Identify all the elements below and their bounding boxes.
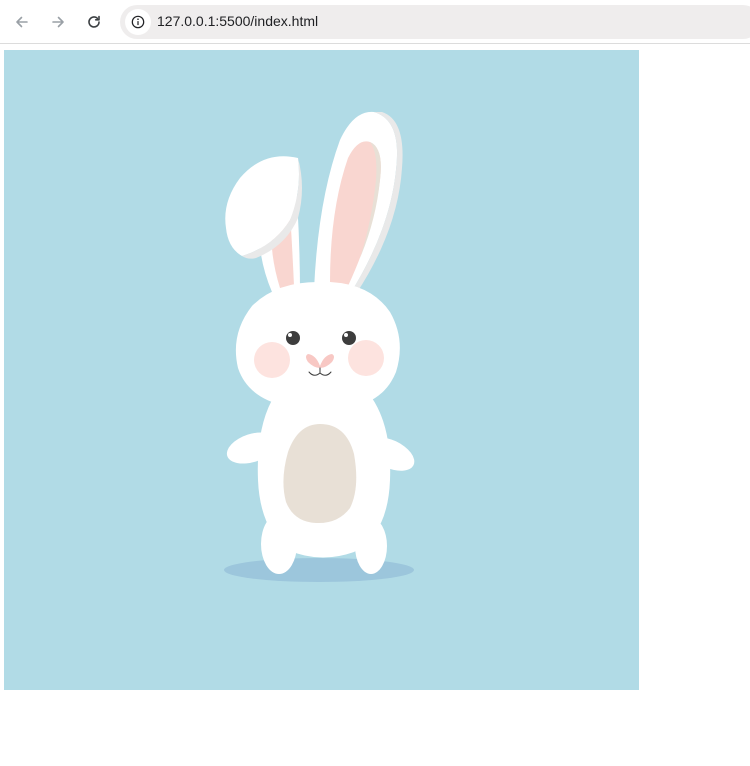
browser-toolbar: 127.0.0.1:5500/index.html — [0, 0, 750, 44]
info-icon — [131, 15, 145, 29]
address-bar[interactable]: 127.0.0.1:5500/index.html — [120, 5, 750, 39]
url-text: 127.0.0.1:5500/index.html — [157, 13, 319, 29]
arrow-left-icon — [16, 16, 28, 28]
left-eye — [286, 331, 300, 345]
bunny-belly — [283, 424, 357, 524]
right-cheek — [348, 340, 384, 376]
back-button[interactable] — [8, 8, 36, 36]
bunny-svg — [4, 50, 639, 690]
ground-shadow — [224, 558, 414, 582]
right-eye — [342, 331, 356, 345]
reload-icon — [88, 15, 100, 28]
reload-button[interactable] — [80, 8, 108, 36]
bunny-illustration — [4, 50, 639, 690]
site-info-button[interactable] — [125, 9, 151, 35]
forward-button[interactable] — [44, 8, 72, 36]
arrow-right-icon — [52, 16, 64, 28]
left-cheek — [254, 342, 290, 378]
